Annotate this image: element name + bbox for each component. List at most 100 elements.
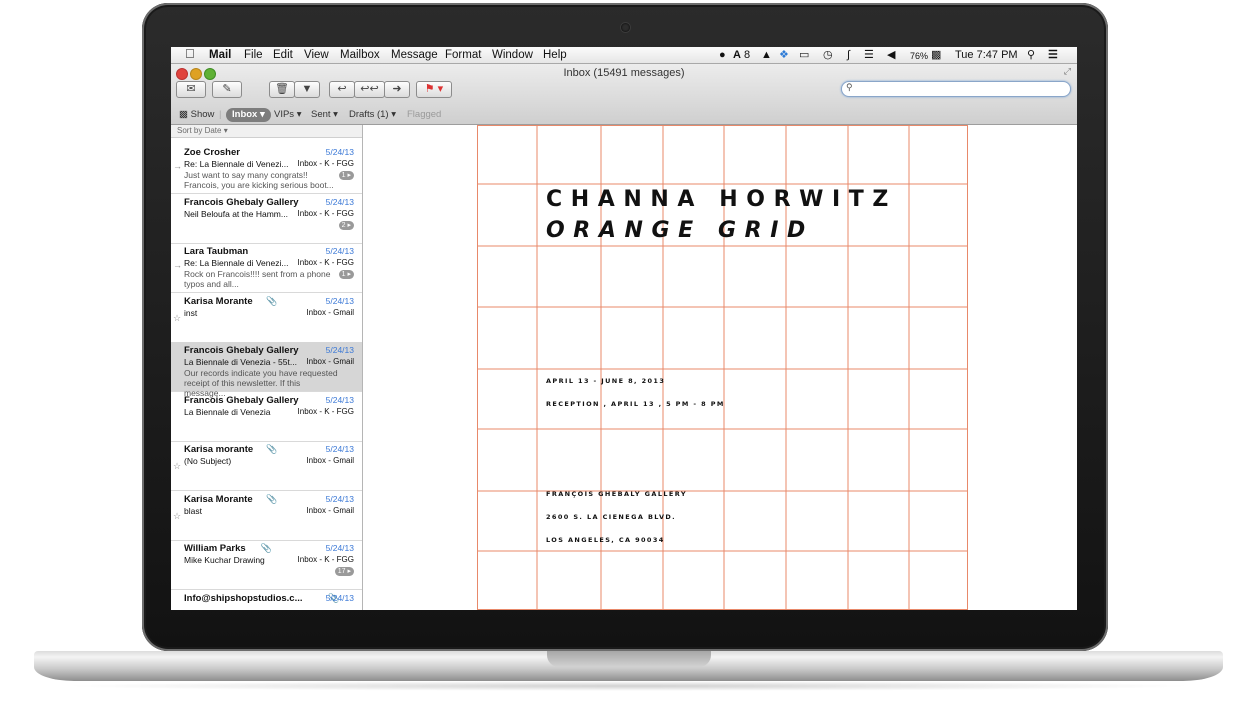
message-sender: Francois Ghebaly Gallery bbox=[184, 345, 299, 356]
sidebar-icon: ▩ bbox=[179, 109, 188, 120]
volume-icon[interactable]: ◀ bbox=[887, 48, 895, 62]
adobe-count: 8 bbox=[744, 49, 751, 61]
menu-edit[interactable]: Edit bbox=[273, 48, 293, 62]
message-sender: Karisa morante bbox=[184, 444, 254, 455]
message-subject: Mike Kuchar Drawing bbox=[184, 555, 265, 565]
fullscreen-icon[interactable]: ⤢ bbox=[1064, 66, 1071, 77]
window-title: Inbox (15491 messages) bbox=[563, 67, 685, 79]
delete-button[interactable]: 🗑 bbox=[269, 81, 295, 98]
list-item[interactable]: Zoe Crosher 5/24/13 Re: La Biennale di Ven… bbox=[171, 144, 362, 194]
message-mailbox: Inbox - K - FGG bbox=[297, 159, 354, 168]
message-subject: (No Subject) bbox=[184, 456, 232, 466]
laptop-shadow bbox=[60, 681, 1198, 691]
star-icon[interactable]: ☆ bbox=[173, 313, 181, 324]
list-item[interactable]: Francois Ghebaly Gallery 5/24/13 Neil Belo… bbox=[171, 194, 362, 244]
flag-button[interactable]: ⚑ ▾ bbox=[416, 81, 452, 98]
sent-favorite[interactable]: Sent ▾ bbox=[311, 109, 338, 121]
list-item[interactable]: Info@shipshopstudios.c... 📎 5/24/13 bbox=[171, 590, 362, 611]
inbox-favorite[interactable]: Inbox ▾ bbox=[226, 108, 271, 122]
message-list: Sort by Date ▾ Zoe Crosher 5/24/13 Re: La … bbox=[171, 125, 363, 610]
menu-window[interactable]: Window bbox=[492, 48, 533, 62]
star-icon[interactable]: ☆ bbox=[173, 511, 181, 522]
message-mailbox: Inbox - Gmail bbox=[306, 307, 354, 317]
reply-all-button[interactable]: ↩↩ bbox=[354, 81, 385, 98]
reply-button[interactable]: ↩ bbox=[329, 81, 355, 98]
address-line-1: 2600 S. LA CIENEGA BLVD. bbox=[546, 513, 677, 521]
message-mailbox: Inbox - K - FGG bbox=[297, 555, 354, 564]
message-sender: Zoe Crosher bbox=[184, 147, 240, 158]
forward-button[interactable]: ➜ bbox=[384, 81, 410, 98]
bubble-icon[interactable]: ● bbox=[719, 48, 726, 62]
message-date: 5/24/13 bbox=[325, 196, 354, 207]
list-item[interactable]: Lara Taubman 5/24/13 Re: La Biennale di Ve… bbox=[171, 243, 362, 293]
time-machine-icon[interactable]: ◷ bbox=[823, 48, 833, 62]
battery-icon[interactable]: ▩ bbox=[931, 48, 941, 62]
dropbox-icon[interactable]: ❖ bbox=[779, 48, 789, 62]
sort-bar[interactable]: Sort by Date ▾ bbox=[171, 125, 362, 138]
search-field[interactable]: ⚲ bbox=[841, 81, 1071, 97]
list-item[interactable]: Karisa morante 📎 5/24/13 (No Subject) Inbox … bbox=[171, 441, 362, 491]
message-sender: Karisa Morante bbox=[184, 493, 253, 505]
menu-format[interactable]: Format bbox=[445, 48, 481, 62]
exhibition-dates: APRIL 13 - JUNE 8, 2013 bbox=[546, 377, 666, 385]
message-mailbox: Inbox - K - FGG bbox=[297, 208, 354, 218]
menu-file[interactable]: File bbox=[244, 48, 263, 62]
notification-center-icon[interactable]: ☰ bbox=[1048, 48, 1058, 62]
message-subject: inst bbox=[184, 307, 198, 318]
junk-button[interactable]: ▼ bbox=[294, 81, 320, 98]
message-mailbox: Inbox - K - FGG bbox=[297, 258, 354, 267]
adobe-icon[interactable]: A bbox=[733, 48, 741, 62]
menu-message[interactable]: Message bbox=[391, 48, 438, 62]
apple-icon[interactable]:  bbox=[185, 47, 195, 61]
flag-icon: ⚑ ▾ bbox=[424, 83, 444, 95]
message-subject: Re: La Biennale di Venezi... bbox=[184, 159, 289, 169]
message-mailbox: Inbox - Gmail bbox=[306, 357, 354, 366]
favorites-bar: ▩ Show | Inbox ▾ VIPs ▾ Sent ▾ Drafts (1… bbox=[171, 104, 1077, 124]
message-subject: La Biennale di Venezia bbox=[184, 406, 271, 417]
menu-help[interactable]: Help bbox=[543, 48, 567, 62]
menu-view[interactable]: View bbox=[304, 48, 329, 62]
list-item[interactable]: Karisa Morante 📎 5/24/13 blast Inbox - Gmail… bbox=[171, 491, 362, 541]
airplay-icon[interactable]: ▭ bbox=[799, 48, 809, 62]
thread-count-badge[interactable]: 1 ▸ bbox=[338, 270, 354, 279]
list-item[interactable]: William Parks 📎 5/24/13 Mike Kuchar Drawing… bbox=[171, 540, 362, 590]
show-title: ORANGE GRID bbox=[546, 218, 814, 243]
message-subject: blast bbox=[184, 505, 202, 516]
trash-icon: 🗑 bbox=[275, 83, 289, 95]
drafts-favorite[interactable]: Drafts (1) ▾ bbox=[349, 109, 396, 121]
clock[interactable]: Tue 7:47 PM bbox=[955, 48, 1018, 62]
reception-info: RECEPTION , APRIL 13 , 5 PM - 8 PM bbox=[546, 400, 725, 408]
search-input[interactable] bbox=[857, 83, 1066, 96]
camera-icon bbox=[621, 23, 630, 32]
star-icon[interactable]: ☆ bbox=[173, 461, 181, 472]
spotlight-icon[interactable]: ⚲ bbox=[1027, 48, 1035, 62]
flagged-favorite[interactable]: Flagged bbox=[407, 109, 441, 121]
message-date: 5/24/13 bbox=[325, 246, 354, 256]
artist-name: CHANNA HORWITZ bbox=[546, 187, 897, 212]
thread-count-badge[interactable]: 17 ▸ bbox=[334, 567, 354, 576]
wifi-icon[interactable]: ☰ bbox=[864, 48, 874, 62]
vips-favorite[interactable]: VIPs ▾ bbox=[274, 109, 301, 121]
get-mail-button[interactable]: ✉ bbox=[176, 81, 206, 98]
list-item[interactable]: Karisa Morante 📎 5/24/13 inst Inbox - Gmail ☆ bbox=[171, 293, 362, 343]
thread-count-badge[interactable]: 2 ▸ bbox=[338, 220, 354, 230]
message-preview: Just want to say many congrats!! Francoi… bbox=[184, 170, 334, 190]
paperclip-icon: 📎 bbox=[266, 295, 278, 306]
list-item[interactable]: Francois Ghebaly Gallery 5/24/13 La Bienna… bbox=[171, 392, 362, 442]
message-date: 5/24/13 bbox=[325, 147, 354, 157]
bluetooth-icon[interactable]: ∫ bbox=[847, 48, 850, 62]
show-mailboxes-button[interactable]: ▩ Show bbox=[179, 109, 214, 121]
forward-icon: ➜ bbox=[392, 83, 402, 95]
drive-icon[interactable]: ▲ bbox=[761, 48, 772, 62]
compose-button[interactable]: ✎ bbox=[212, 81, 242, 98]
menu-mailbox[interactable]: Mailbox bbox=[340, 48, 380, 62]
compose-icon: ✎ bbox=[222, 83, 232, 95]
list-item[interactable]: Francois Ghebaly Gallery 5/24/13 La Bienna… bbox=[171, 342, 362, 398]
message-sender: Lara Taubman bbox=[184, 246, 249, 257]
divider: | bbox=[219, 109, 222, 120]
message-subject: La Biennale di Venezia - 55t... bbox=[184, 357, 297, 367]
paperclip-icon: 📎 bbox=[260, 543, 273, 553]
thread-count-badge[interactable]: 1 ▸ bbox=[338, 171, 354, 180]
menu-mail[interactable]: Mail bbox=[209, 48, 231, 62]
reply-icon: ↩ bbox=[337, 83, 347, 95]
